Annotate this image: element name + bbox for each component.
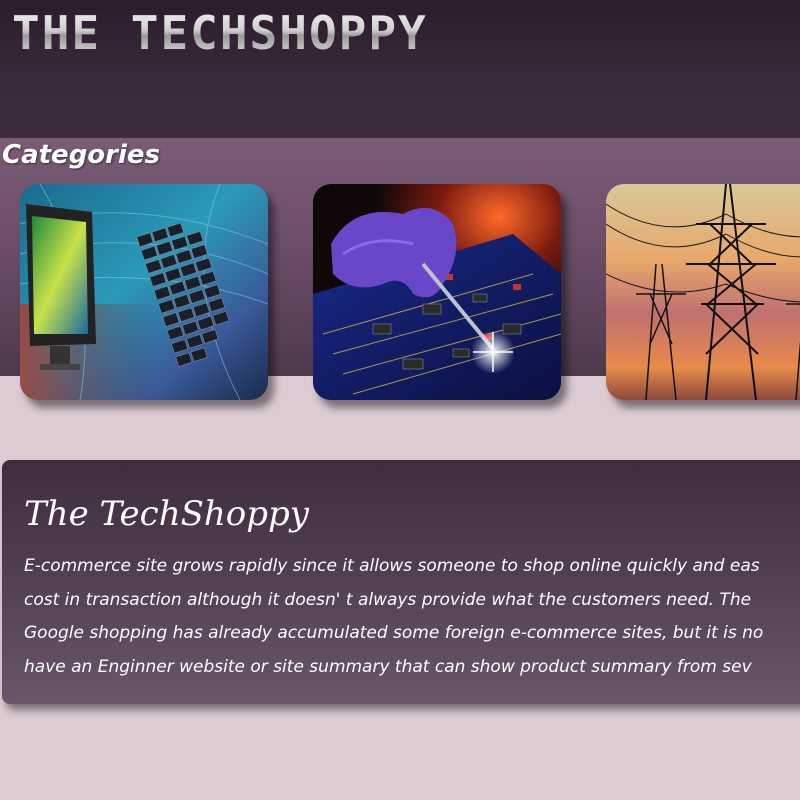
about-text-line: E-commerce site grows rapidly since it a… xyxy=(24,556,760,576)
power-transmission-towers-image xyxy=(606,184,800,400)
circuit-board-soldering-image xyxy=(313,184,561,400)
category-card-power[interactable] xyxy=(606,184,800,400)
site-logo[interactable]: THE TECHSHOPPY xyxy=(12,6,428,60)
about-text: E-commerce site grows rapidly since it a… xyxy=(24,550,800,684)
computer-monitor-keyboard-image xyxy=(20,184,268,400)
category-card-electronics[interactable] xyxy=(313,184,561,400)
categories-heading: Categories xyxy=(2,140,161,170)
site-header: THE TECHSHOPPY xyxy=(0,0,800,139)
page: THE TECHSHOPPY Categories The TechShoppy… xyxy=(0,0,800,800)
about-panel: The TechShoppy E-commerce site grows rap… xyxy=(2,460,800,704)
about-text-line: have an Enginner website or site summary… xyxy=(24,656,752,677)
about-text-line: Google shopping has already accumulated … xyxy=(24,623,764,643)
about-title: The TechShoppy xyxy=(24,494,309,534)
category-card-computers[interactable] xyxy=(20,184,268,400)
about-text-line: cost in transaction although it doesn' t… xyxy=(24,589,752,610)
